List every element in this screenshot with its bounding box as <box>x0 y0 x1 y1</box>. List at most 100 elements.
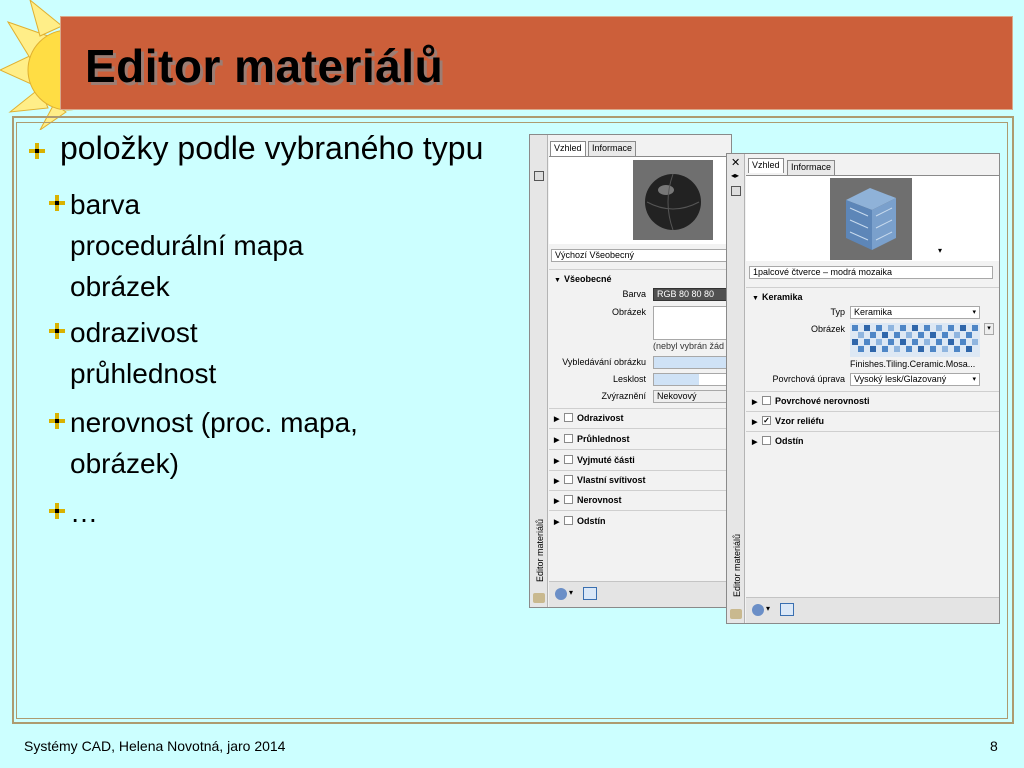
palette-side-title: Editor materiálů <box>535 518 545 582</box>
bullet-plus-icon <box>49 323 65 339</box>
tab-vzhled[interactable]: Vzhled <box>748 158 784 173</box>
obrazek-label: Obrázek <box>611 307 646 317</box>
palette-menu-icon[interactable] <box>731 186 741 196</box>
palette-toolbar: ▾ <box>746 597 999 623</box>
obrazek-slot[interactable] <box>653 306 731 340</box>
group-povrchove-nerovnosti[interactable]: ▶ Povrchové nerovnosti <box>752 394 870 409</box>
bullet-plus-icon <box>49 503 65 519</box>
chevron-down-icon: ▾ <box>972 376 976 383</box>
title-bar: Editor materiálů <box>60 16 1013 110</box>
material-preview-cube-icon <box>830 178 912 260</box>
autohide-icon[interactable]: ◂▸ <box>731 171 739 180</box>
group-odstin[interactable]: ▶ Odstín <box>554 514 606 529</box>
section-keramika[interactable]: ▼ Keramika <box>752 290 803 305</box>
group-label: Povrchové nerovnosti <box>775 396 870 406</box>
bullet-plus-icon <box>49 195 65 211</box>
separator <box>746 431 999 432</box>
separator <box>549 428 731 429</box>
tab-vzhled[interactable]: Vzhled <box>550 141 586 156</box>
separator <box>549 490 731 491</box>
group-label: Vzor reliéfu <box>775 416 825 426</box>
chevron-down-icon[interactable]: ▾ <box>766 604 770 613</box>
typ-select[interactable]: Keramika ▾ <box>850 306 980 319</box>
material-editor-palette-generic: Editor materiálů Vzhled Informace ▾ Vých… <box>529 134 732 608</box>
lesklost-fill <box>654 374 699 385</box>
close-icon[interactable]: ✕ <box>731 156 740 169</box>
obrazek-file-name: Finishes.Tiling.Ceramic.Mosa... <box>850 359 976 369</box>
group-label: Nerovnost <box>577 495 622 505</box>
group-vzor-reliefu[interactable]: ▶ ✓ Vzor reliéfu <box>752 414 824 429</box>
palette-side-title: Editor materiálů <box>732 533 742 597</box>
group-nerovnost[interactable]: ▶ Nerovnost <box>554 493 622 508</box>
zvyrazneni-select[interactable]: Nekovový <box>653 390 731 403</box>
tab-informace[interactable]: Informace <box>787 160 836 175</box>
group-label: Odrazivost <box>577 413 624 423</box>
group-label: Průhlednost <box>577 434 630 444</box>
slide-title: Editor materiálů <box>85 40 444 92</box>
group-vyjmute-casti[interactable]: ▶ Vyjmuté části <box>554 453 635 468</box>
typ-label: Typ <box>830 307 845 317</box>
chevron-down-icon[interactable]: ▾ <box>569 588 573 597</box>
material-name-field[interactable]: 1palcové čtverce – modrá mozaika <box>749 266 993 279</box>
bullet-line: průhlednost <box>70 358 217 389</box>
lesklost-slider[interactable] <box>653 373 731 386</box>
section-label: Keramika <box>762 292 803 302</box>
material-name-field[interactable]: Výchozí Všeobecný <box>551 249 731 262</box>
create-material-icon[interactable] <box>555 588 567 600</box>
bullet-line: procedurální mapa <box>70 230 304 261</box>
separator <box>549 510 731 511</box>
separator <box>746 287 999 288</box>
palette-sidebar: ✕ ◂▸ Editor materiálů <box>727 154 745 623</box>
obrazek-note: (nebyl vybrán žád <box>653 341 725 351</box>
bullet-line: obrázek) <box>70 448 179 479</box>
obrazek-label: Obrázek <box>810 324 845 334</box>
tile-texture-thumbnail[interactable] <box>850 323 980 357</box>
page-number: 8 <box>990 738 998 754</box>
bullet-line: nerovnost (proc. mapa, <box>70 407 358 438</box>
separator <box>549 470 731 471</box>
palette-settings-icon[interactable] <box>533 593 545 603</box>
povrchova-uprava-select[interactable]: Vysoký lesk/Glazovaný ▾ <box>850 373 980 386</box>
separator <box>549 449 731 450</box>
create-material-icon[interactable] <box>752 604 764 616</box>
bullet-line: barva <box>70 189 141 220</box>
section-vseobecne[interactable]: ▼ Všeobecné <box>554 272 612 287</box>
group-vlastni-svitivost[interactable]: ▶ Vlastní svítivost <box>554 473 646 488</box>
palette-toolbar: ▾ <box>549 581 731 607</box>
bullet-line: odrazivost <box>70 317 198 348</box>
bullet-level1-text: položky podle vybraného typu <box>60 130 484 166</box>
povrchova-uprava-label: Povrchová úprava <box>772 374 845 384</box>
palette-menu-icon[interactable] <box>534 171 544 181</box>
bullet-plus-icon <box>49 413 65 429</box>
separator <box>746 411 999 412</box>
image-options-button[interactable]: ▾ <box>984 323 994 335</box>
barva-field[interactable]: RGB 80 80 80 <box>653 288 731 301</box>
palette-settings-icon[interactable] <box>730 609 742 619</box>
group-pruhlednost[interactable]: ▶ Průhlednost <box>554 432 630 447</box>
vybledavani-label: Vybledávání obrázku <box>562 357 646 367</box>
typ-value: Keramika <box>854 307 893 317</box>
material-browser-icon[interactable] <box>583 587 597 600</box>
group-label: Vyjmuté části <box>577 455 635 465</box>
material-browser-icon[interactable] <box>780 603 794 616</box>
preview-dropdown-icon[interactable]: ▾ <box>938 246 942 255</box>
barva-label: Barva <box>622 289 646 299</box>
zvyrazneni-label: Zvýraznění <box>601 391 646 401</box>
group-odstin[interactable]: ▶ Odstín <box>752 434 804 449</box>
tab-informace[interactable]: Informace <box>588 141 637 156</box>
chevron-down-icon: ▾ <box>972 309 976 316</box>
povrchova-uprava-value: Vysoký lesk/Glazovaný <box>854 374 947 384</box>
vybledavani-slider[interactable] <box>653 356 731 369</box>
separator <box>549 408 731 409</box>
bullet-line: obrázek <box>70 271 170 302</box>
group-label: Vlastní svítivost <box>577 475 646 485</box>
separator <box>746 391 999 392</box>
preview-area: ▾ <box>746 175 999 261</box>
bullet-plus-icon <box>29 143 45 159</box>
group-odrazivost[interactable]: ▶ Odrazivost <box>554 411 624 426</box>
separator <box>549 269 731 270</box>
lesklost-label: Lesklost <box>612 374 646 384</box>
footer-text: Systémy CAD, Helena Novotná, jaro 2014 <box>24 738 286 754</box>
group-label: Odstín <box>775 436 804 446</box>
preview-area: ▾ <box>549 156 731 244</box>
